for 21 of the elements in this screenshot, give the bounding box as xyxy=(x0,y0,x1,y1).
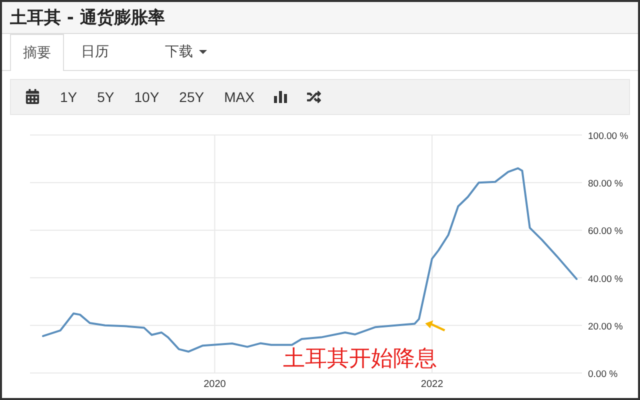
axis-label: 0.00 % xyxy=(588,369,618,380)
annotation-text: 土耳其开始降息 xyxy=(283,346,438,372)
caret-icon xyxy=(199,50,207,54)
bar-chart-icon xyxy=(274,90,288,104)
axis-label: 100.00 % xyxy=(588,131,628,142)
axis-label: 80.00 % xyxy=(588,178,623,190)
axis-label: 20.00 % xyxy=(588,321,623,332)
axis-label: 2020 xyxy=(204,379,226,390)
calendar-icon xyxy=(25,89,40,104)
tab[interactable]: 摘要 xyxy=(10,34,64,71)
shuffle-icon xyxy=(307,90,322,104)
page-title: 土耳其 - 通货膨胀率 xyxy=(10,6,165,29)
annotation-arrow xyxy=(425,320,446,332)
range-button[interactable]: MAX xyxy=(216,84,262,109)
range-button[interactable]: 25Y xyxy=(171,84,212,109)
range-button[interactable]: 10Y xyxy=(126,84,168,109)
range-button[interactable]: 1Y xyxy=(52,84,86,109)
axis-label: 60.00 % xyxy=(588,226,623,238)
axis-label: 2022 xyxy=(420,379,444,390)
range-button[interactable]: 5Y xyxy=(89,84,122,109)
axis-label: 40.00 % xyxy=(588,274,623,285)
